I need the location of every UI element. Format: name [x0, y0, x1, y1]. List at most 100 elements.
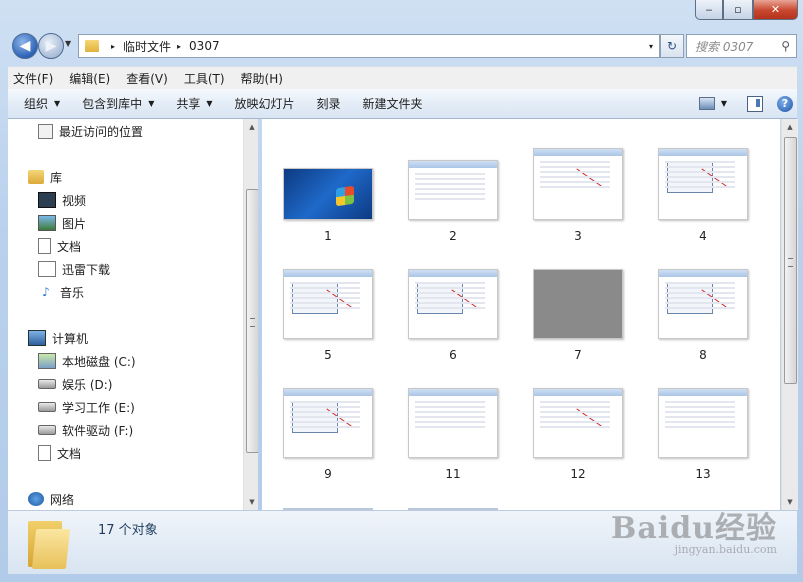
breadcrumb-0307[interactable]: 0307: [189, 39, 220, 53]
file-name: 5: [324, 348, 332, 362]
menu-help[interactable]: 帮助(H): [236, 70, 288, 87]
nav-drive-c[interactable]: 本地磁盘 (C:): [38, 352, 136, 370]
navigation-pane: 最近访问的位置 库 视频 图片 文档 迅雷下载 ♪ 音乐 计算机 本地磁盘 (C…: [8, 119, 258, 510]
nav-label: 迅雷下载: [62, 262, 111, 277]
nav-videos[interactable]: 视频: [38, 191, 86, 209]
recent-places-icon: [38, 123, 53, 139]
nav-computer[interactable]: 计算机: [28, 329, 88, 347]
video-library-icon: [38, 192, 56, 208]
nav-label: 库: [50, 170, 63, 185]
nav-documents-folder[interactable]: 文档: [38, 444, 81, 462]
download-library-icon: [38, 261, 56, 277]
scroll-down-icon[interactable]: ▼: [244, 494, 258, 510]
back-button[interactable]: ◀: [12, 33, 38, 59]
include-in-library-button[interactable]: 包含到库中 ▼: [76, 95, 160, 112]
address-bar[interactable]: ▸ 临时文件 ▸ 0307 ▾: [78, 34, 660, 58]
scrollbar-thumb[interactable]: [246, 189, 258, 453]
file-thumbnail[interactable]: 8: [653, 269, 753, 362]
menu-file[interactable]: 文件(F): [8, 70, 58, 87]
nav-documents[interactable]: 文档: [38, 237, 81, 255]
hard-drive-icon: [38, 425, 56, 435]
file-thumbnail[interactable]: 1: [278, 168, 378, 243]
command-bar: 组织 ▼ 包含到库中 ▼ 共享 ▼ 放映幻灯片 刻录 新建文件夹 ▼ ?: [8, 89, 797, 119]
nav-label: 音乐: [60, 285, 85, 300]
file-name: 7: [574, 348, 582, 362]
share-button[interactable]: 共享 ▼: [170, 95, 218, 112]
file-thumbnail[interactable]: 5: [278, 269, 378, 362]
nav-libraries[interactable]: 库: [28, 168, 62, 186]
forward-button[interactable]: ▶: [38, 33, 64, 59]
breadcrumb-temp-files[interactable]: 临时文件: [123, 38, 171, 55]
menu-tools[interactable]: 工具(T): [179, 70, 230, 87]
nav-pictures[interactable]: 图片: [38, 214, 86, 232]
menu-view[interactable]: 查看(V): [121, 70, 173, 87]
nav-drive-e[interactable]: 学习工作 (E:): [38, 398, 135, 416]
preview-pane-icon[interactable]: [747, 95, 763, 112]
scroll-down-icon[interactable]: ▼: [782, 494, 798, 510]
nav-music[interactable]: ♪ 音乐: [38, 283, 84, 301]
file-thumbnail[interactable]: 13: [653, 388, 753, 481]
nav-label: 文档: [57, 239, 82, 254]
file-name: 8: [699, 348, 707, 362]
image-thumbnail: [658, 148, 748, 220]
documents-folder-icon: [38, 445, 51, 461]
nav-thunder-downloads[interactable]: 迅雷下载: [38, 260, 110, 278]
maximize-button[interactable]: ▫: [723, 0, 753, 20]
scroll-up-icon[interactable]: ▲: [244, 119, 258, 135]
organize-button[interactable]: 组织 ▼: [18, 95, 66, 112]
file-thumbnail[interactable]: 7: [528, 269, 628, 362]
nav-label: 视频: [62, 193, 87, 208]
chevron-down-icon: ▼: [54, 99, 61, 108]
nav-drive-d[interactable]: 娱乐 (D:): [38, 375, 112, 393]
chevron-right-icon[interactable]: ▸: [177, 42, 181, 51]
file-list-scrollbar[interactable]: ▲ ▼: [781, 119, 798, 510]
nav-label: 学习工作 (E:): [62, 400, 135, 415]
nav-recent-places[interactable]: 最近访问的位置: [38, 122, 143, 140]
burn-button[interactable]: 刻录: [311, 95, 347, 112]
search-placeholder: 搜索 0307: [695, 39, 754, 54]
music-note-icon: ♪: [42, 285, 50, 299]
share-label: 共享: [176, 97, 201, 111]
close-button[interactable]: ✕: [753, 0, 798, 20]
chevron-down-icon: ▼: [148, 99, 155, 108]
include-in-library-label: 包含到库中: [82, 97, 143, 111]
image-thumbnail: [658, 388, 748, 458]
file-name: 6: [449, 348, 457, 362]
file-thumbnail[interactable]: 6: [403, 269, 503, 362]
search-icon[interactable]: ⚲: [781, 39, 790, 53]
image-thumbnail: [533, 148, 623, 220]
minimize-button[interactable]: ‒: [695, 0, 723, 20]
menu-bar: 文件(F) 编辑(E) 查看(V) 工具(T) 帮助(H): [8, 66, 797, 89]
slideshow-button[interactable]: 放映幻灯片: [229, 95, 301, 112]
file-name: 12: [570, 467, 586, 481]
help-icon[interactable]: ?: [777, 95, 793, 112]
refresh-button[interactable]: ↻: [660, 34, 684, 58]
image-thumbnail: [533, 269, 623, 339]
scrollbar-thumb[interactable]: [784, 137, 797, 384]
documents-library-icon: [38, 238, 51, 254]
item-count: 17 个对象: [98, 523, 158, 538]
watermark-brand: Baidu经验: [611, 511, 777, 546]
recent-pages-dropdown[interactable]: ▼: [65, 39, 71, 48]
file-thumbnail[interactable]: 12: [528, 388, 628, 481]
file-thumbnail[interactable]: 3: [528, 148, 628, 243]
nav-drive-f[interactable]: 软件驱动 (F:): [38, 421, 133, 439]
chevron-down-icon[interactable]: ▼: [721, 99, 727, 108]
scroll-up-icon[interactable]: ▲: [782, 119, 798, 135]
image-thumbnail: [408, 160, 498, 220]
chevron-right-icon[interactable]: ▸: [111, 42, 115, 51]
image-thumbnail: [283, 269, 373, 339]
address-dropdown-icon[interactable]: ▾: [649, 42, 653, 51]
file-thumbnail[interactable]: 9: [278, 388, 378, 481]
image-thumbnail: [408, 388, 498, 458]
file-thumbnail[interactable]: 4: [653, 148, 753, 243]
nav-pane-scrollbar[interactable]: ▲ ▼: [243, 119, 258, 510]
file-thumbnail[interactable]: 2: [403, 160, 503, 243]
nav-network[interactable]: 网络: [28, 490, 74, 508]
menu-edit[interactable]: 编辑(E): [64, 70, 115, 87]
pictures-library-icon: [38, 215, 56, 231]
search-input[interactable]: 搜索 0307 ⚲: [686, 34, 797, 58]
file-thumbnail[interactable]: 11: [403, 388, 503, 481]
view-options-icon[interactable]: [698, 97, 715, 110]
new-folder-button[interactable]: 新建文件夹: [357, 95, 429, 112]
